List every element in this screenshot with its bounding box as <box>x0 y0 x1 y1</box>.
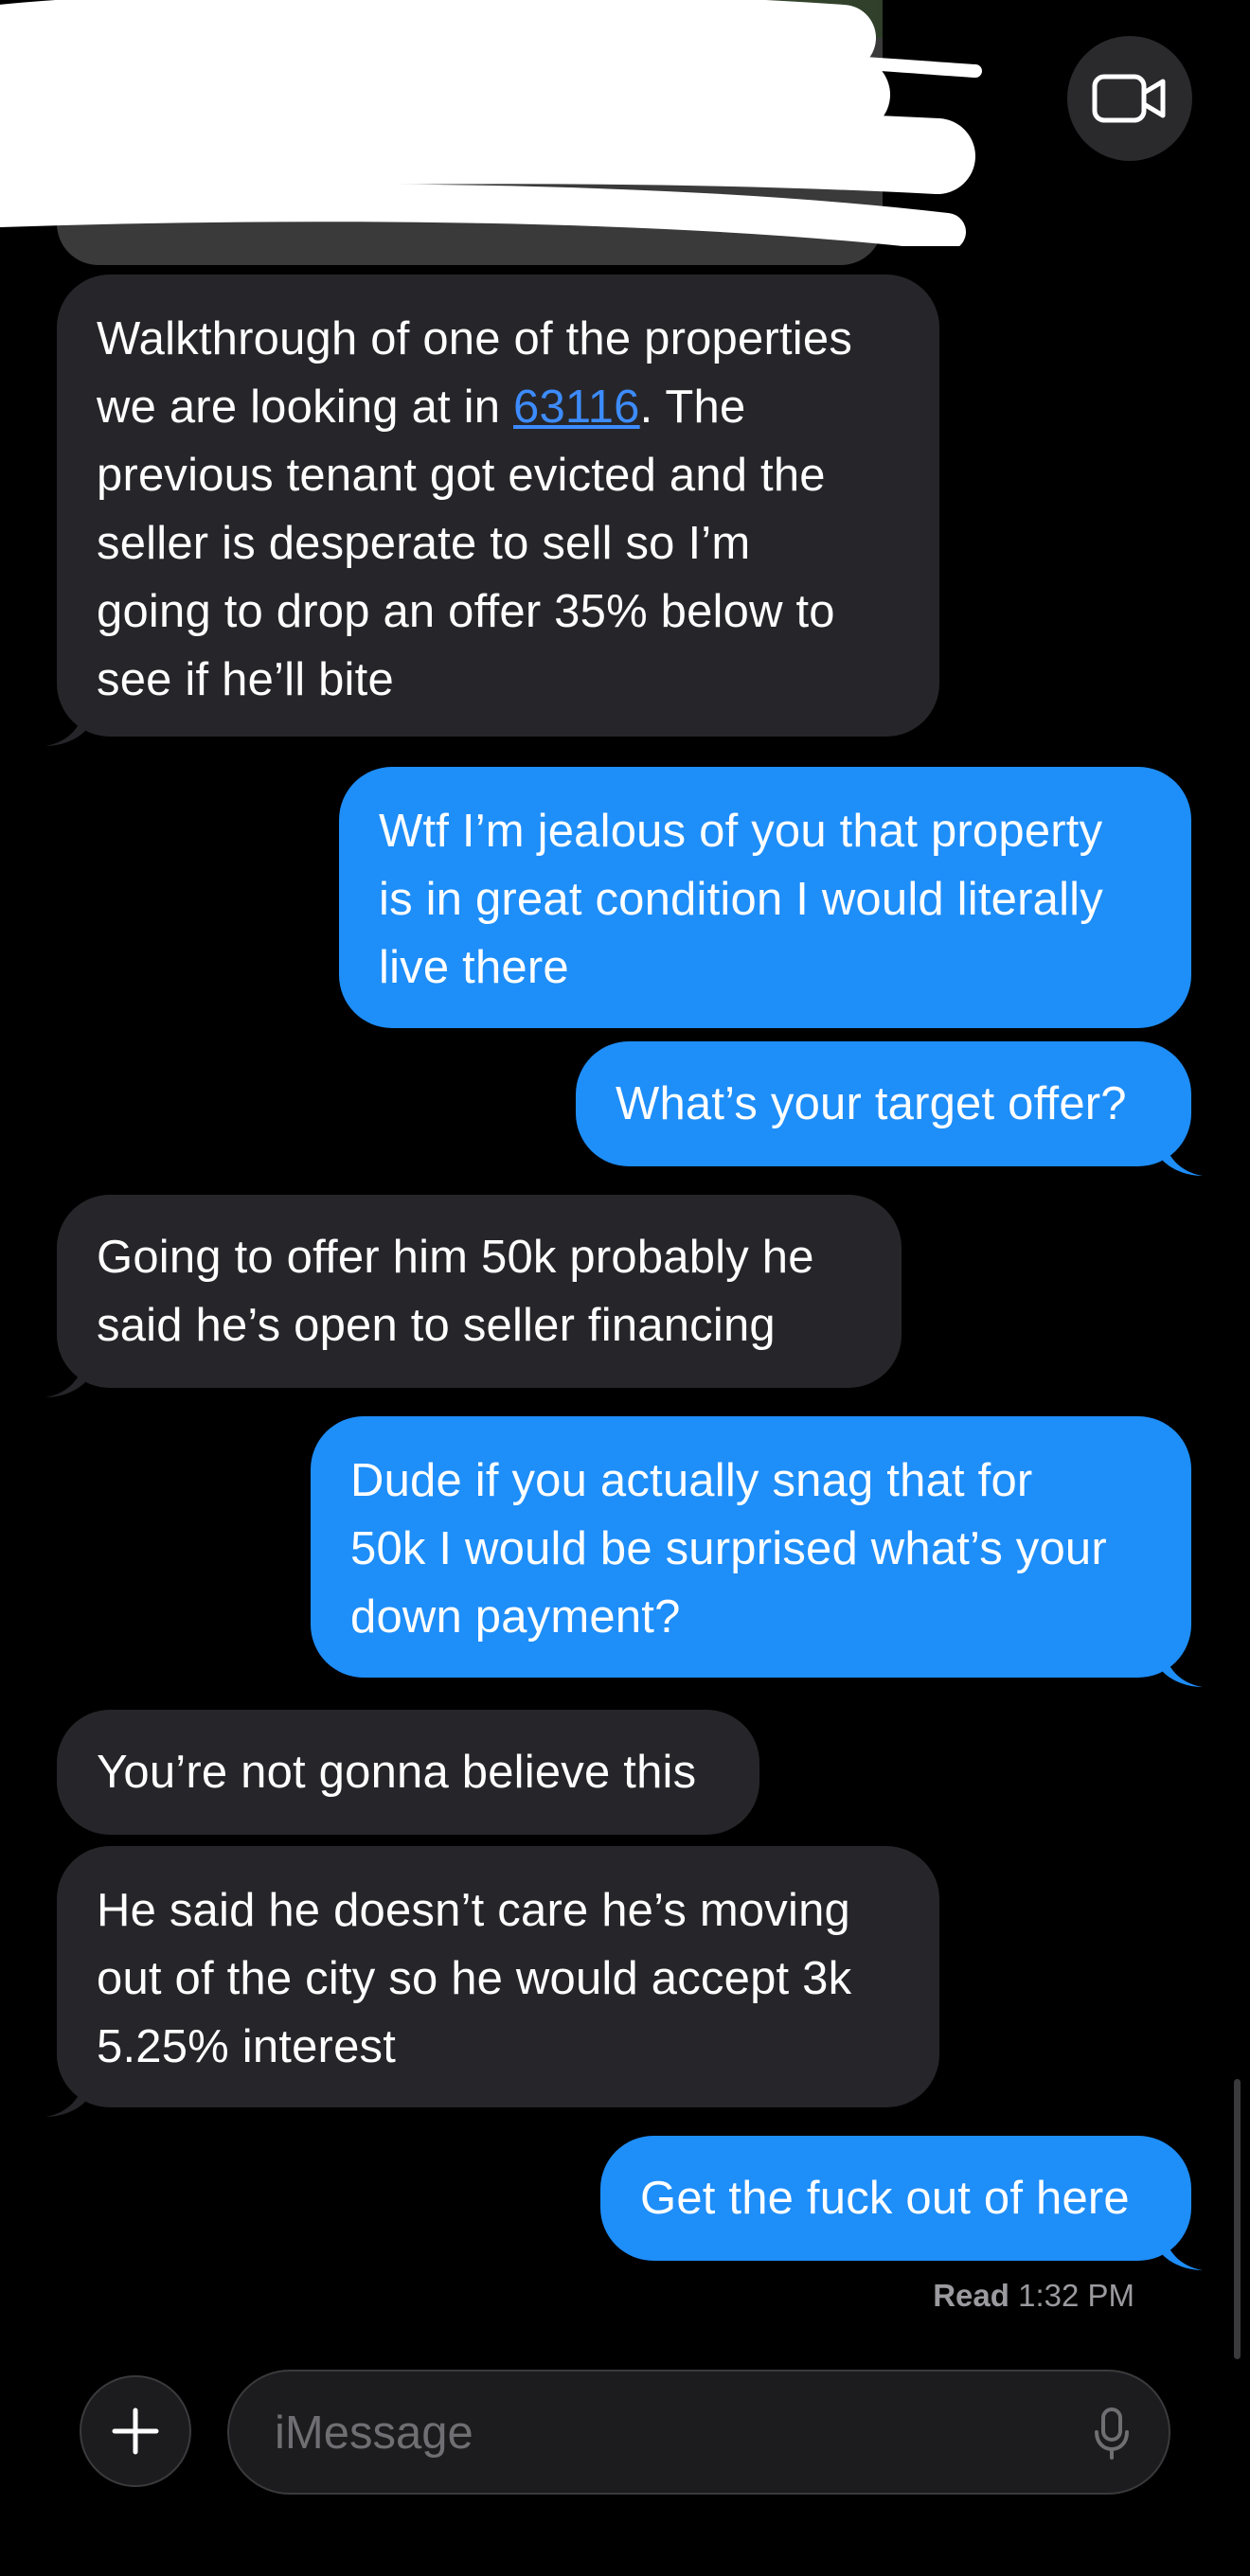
message-text: Going to offer him 50k probably he said … <box>97 1232 814 1351</box>
bubble-tail <box>45 706 85 746</box>
microphone-icon[interactable] <box>1093 2407 1131 2461</box>
redaction-scribble <box>0 0 982 246</box>
message-bubble-outgoing[interactable]: Dude if you actually snag that for 50k I… <box>311 1416 1203 1687</box>
add-attachment-button[interactable] <box>80 2375 191 2487</box>
bubble-tail <box>45 2077 85 2117</box>
message-bubble-incoming[interactable]: You’re not gonna believe this <box>57 1710 759 1835</box>
message-text: Wtf I’m jealous of you that property is … <box>379 806 1103 993</box>
read-receipt: Read 1:32 PM <box>933 2278 1134 2314</box>
message-input[interactable] <box>273 2372 1034 2495</box>
message-text: Dude if you actually snag that for 50k I… <box>350 1455 1107 1643</box>
bubble-tail <box>45 1358 85 1397</box>
video-camera-icon <box>1092 74 1166 123</box>
message-text: You’re not gonna believe this <box>97 1747 697 1798</box>
bubble-tail <box>1163 2230 1203 2270</box>
message-bubble-outgoing[interactable]: Wtf I’m jealous of you that property is … <box>339 767 1191 1028</box>
bubble-tail <box>1163 1647 1203 1687</box>
plus-icon <box>112 2407 159 2455</box>
zip-code-link[interactable]: 63116 <box>513 382 640 433</box>
video-call-button[interactable] <box>1067 36 1192 161</box>
message-text: Walkthrough of one of the properties we … <box>97 313 853 705</box>
message-text: He said he doesn’t care he’s moving out … <box>97 1885 852 2072</box>
scrollbar[interactable] <box>1234 2079 1241 2359</box>
read-label: Read <box>933 2278 1009 2313</box>
read-time: 1:32 PM <box>1018 2278 1134 2313</box>
message-field[interactable] <box>227 2370 1170 2495</box>
bubble-tail <box>1163 1136 1203 1176</box>
message-bubble-incoming[interactable]: He said he doesn’t care he’s moving out … <box>45 1846 939 2117</box>
message-bubble-outgoing[interactable]: Get the fuck out of here <box>600 2136 1203 2270</box>
message-text: What’s your target offer? <box>616 1078 1127 1129</box>
message-bubble-outgoing[interactable]: What’s your target offer? <box>576 1041 1203 1176</box>
message-bubble-incoming[interactable]: Going to offer him 50k probably he said … <box>45 1195 902 1397</box>
message-bubble-incoming[interactable]: Walkthrough of one of the properties we … <box>45 275 939 746</box>
message-text: Get the fuck out of here <box>640 2173 1130 2224</box>
